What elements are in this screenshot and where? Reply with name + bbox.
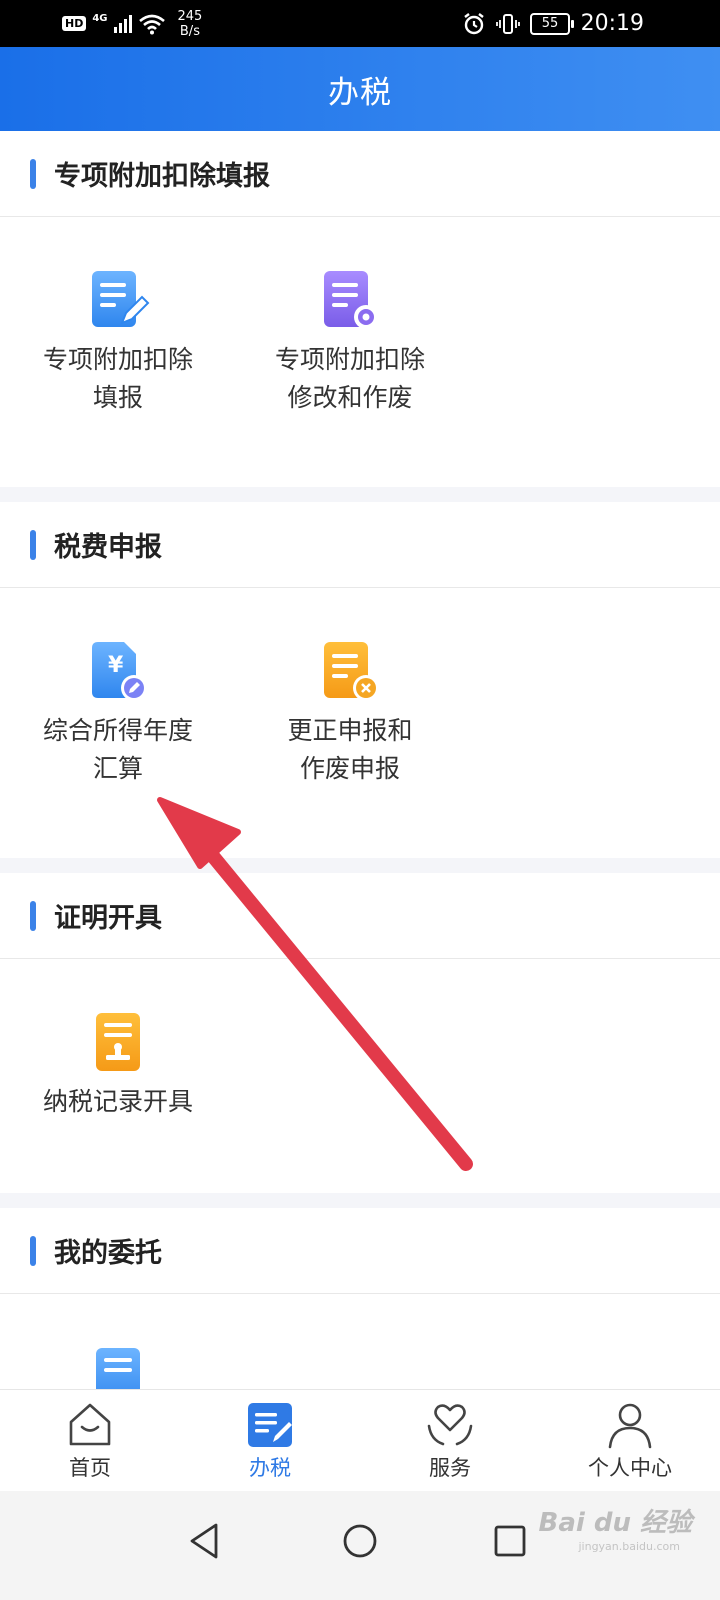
section-title: 我的委托 (54, 1238, 162, 1269)
section-accent-bar (30, 900, 36, 931)
section-items: 纳税记录开具 (0, 959, 720, 1229)
section-title: 专项附加扣除填报 (54, 161, 270, 192)
section-certificates: 证明开具 纳税记录开具 (0, 873, 720, 1193)
section-header: 税费申报 (0, 502, 720, 588)
item-label: 专项附加扣除 填报 (42, 345, 193, 412)
watermark-url: jingyan.baidu.com (578, 1540, 680, 1553)
signal-icon (113, 14, 132, 33)
section-header: 我的委托 (0, 1208, 720, 1294)
item-delegation[interactable] (0, 1294, 236, 1389)
nav-label: 服务 (429, 1456, 471, 1480)
form-cancel-icon (324, 642, 379, 701)
section-title: 税费申报 (54, 532, 162, 563)
wifi-icon (138, 14, 165, 34)
form-edit-icon (92, 271, 150, 327)
section-accent-bar (30, 529, 36, 560)
item-label: 专项附加扣除 修改和作废 (274, 345, 425, 412)
recents-square-icon[interactable] (480, 1511, 540, 1571)
section-header: 专项附加扣除填报 (0, 131, 720, 217)
status-right: 55 (462, 0, 574, 47)
back-triangle-icon[interactable] (174, 1511, 234, 1571)
vibrate-icon (496, 13, 520, 34)
tax-icon (248, 1403, 292, 1447)
watermark: Bai du 经验 (538, 1508, 693, 1538)
item-annual-settlement[interactable]: ¥ 综合所得年度 汇算 (0, 588, 236, 788)
item-label: 综合所得年度 汇算 (42, 716, 193, 783)
page-header: 办税 (0, 47, 720, 131)
section-title: 证明开具 (54, 903, 162, 934)
section-accent-bar (30, 1235, 36, 1266)
section-deduction: 专项附加扣除填报 专项附加扣除 填报 专项附加扣除 修改和作废 (0, 131, 720, 487)
battery-icon: 55 (530, 12, 574, 35)
item-label: 更正申报和 作废申报 (287, 716, 413, 783)
person-icon (608, 1403, 652, 1449)
home-circle-icon[interactable] (330, 1511, 390, 1571)
item-deduction-modify[interactable]: 专项附加扣除 修改和作废 (232, 217, 468, 417)
yuan-document-icon: ¥ (92, 642, 147, 701)
nav-label: 个人中心 (588, 1456, 672, 1480)
item-label: 纳税记录开具 (42, 1087, 193, 1116)
speed-value: 245 (177, 8, 203, 24)
status-time: 20:19 (580, 11, 644, 36)
svg-text:¥: ¥ (108, 653, 124, 678)
section-tax-declaration: 税费申报 ¥ 综合所得年度 汇算 更正申报和 作废申报 (0, 502, 720, 858)
hd-badge: HD (62, 16, 87, 31)
alarm-icon (464, 12, 484, 34)
page-title: 办税 (328, 74, 392, 111)
status-time-wrap: 20:19 (581, 0, 644, 47)
home-icon (69, 1403, 111, 1446)
section-items: ¥ 综合所得年度 汇算 更正申报和 作废申报 (0, 588, 720, 858)
nav-label: 办税 (249, 1456, 291, 1480)
network-speed: 245 B/s (178, 9, 203, 39)
document-icon (96, 1348, 140, 1389)
section-accent-bar (30, 158, 36, 189)
status-left: HD 4G 245 B/s (62, 0, 202, 47)
status-bar: HD 4G 245 B/s 55 20:19 (0, 0, 720, 47)
section-items: 专项附加扣除 填报 专项附加扣除 修改和作废 (0, 217, 720, 487)
section-my-delegation: 我的委托 (0, 1208, 720, 1389)
nav-label: 首页 (69, 1456, 111, 1480)
network-type: 4G (92, 13, 108, 24)
nav-profile[interactable]: 个人中心 (540, 1390, 720, 1491)
section-items (0, 1294, 720, 1389)
service-heart-icon (427, 1404, 473, 1446)
stamp-document-icon (96, 1013, 140, 1071)
section-header: 证明开具 (0, 873, 720, 959)
item-tax-record[interactable]: 纳税记录开具 (0, 959, 236, 1121)
nav-tax[interactable]: 办税 (180, 1390, 360, 1491)
speed-unit: B/s (179, 23, 200, 39)
nav-service[interactable]: 服务 (360, 1390, 540, 1491)
item-correct-declaration[interactable]: 更正申报和 作废申报 (232, 588, 468, 788)
nav-home[interactable]: 首页 (0, 1390, 180, 1491)
item-deduction-fill[interactable]: 专项附加扣除 填报 (0, 217, 236, 417)
form-settings-icon (324, 271, 378, 329)
bottom-nav: 首页 办税 服务 个人中心 (0, 1389, 720, 1491)
